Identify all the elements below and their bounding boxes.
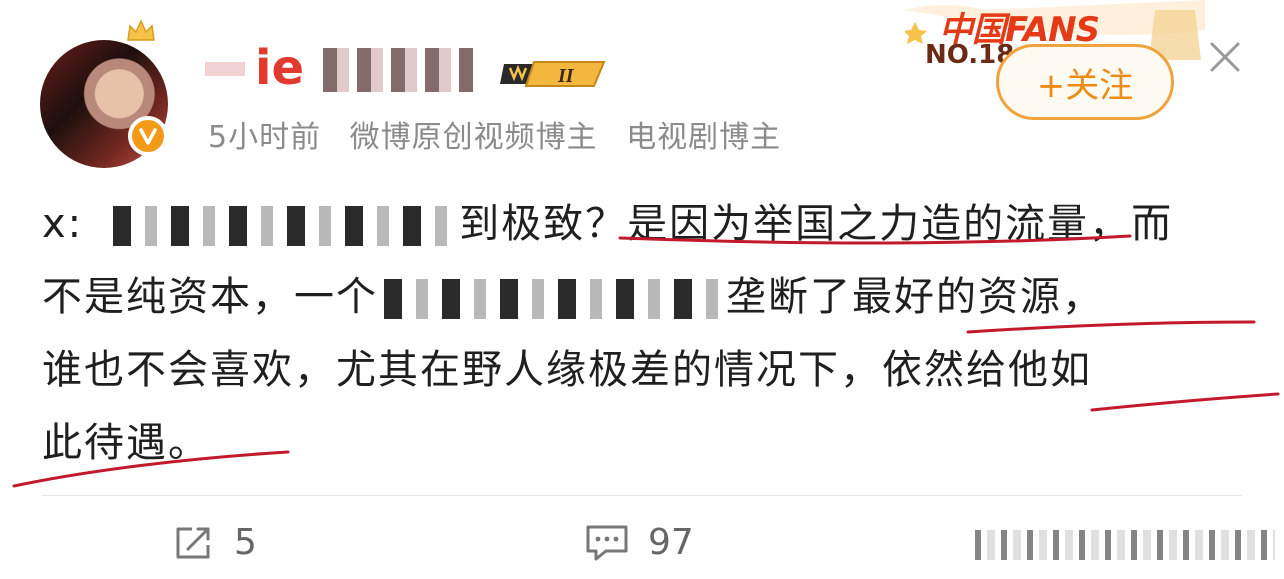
post-content: x: 到极致？是因为举国之力造的流量，而 不是纯资本，一个 垄断了最好的资源， 谁也…: [42, 188, 1242, 480]
share-icon: [176, 527, 210, 558]
like-button[interactable]: [975, 530, 1275, 560]
follow-button[interactable]: +关注: [996, 44, 1174, 120]
username-mosaic: [323, 48, 473, 92]
level-badge-icon: II: [500, 61, 606, 87]
content-text: 到极致？是因为举国之力造的流量，而: [459, 201, 1174, 247]
timestamp: 5小时前: [208, 120, 322, 155]
content-text: 不是纯资本，一个: [42, 274, 378, 320]
follow-label: +关注: [1036, 65, 1134, 106]
content-text: 此待遇。: [42, 420, 210, 466]
share-count: 5: [234, 522, 257, 563]
verified-icon: [128, 116, 168, 156]
content-mosaic: [384, 279, 720, 319]
divider: [42, 495, 1242, 496]
post-meta: 5小时前 微博原创视频博主 电视剧博主: [208, 112, 781, 156]
username-mosaic: [205, 62, 245, 76]
username[interactable]: ie: [205, 40, 495, 100]
content-text: x:: [42, 201, 84, 247]
content-line: 不是纯资本，一个 垄断了最好的资源，: [42, 261, 1242, 334]
content-text: 垄断了最好的资源，: [726, 274, 1104, 320]
avatar-container[interactable]: [40, 18, 170, 168]
tag-creator: 微博原创视频博主: [349, 120, 598, 155]
content-line: 谁也不会喜欢，尤其在野人缘极差的情况下，依然给他如: [42, 334, 1242, 407]
comment-icon: [586, 525, 628, 560]
share-button[interactable]: 5: [172, 522, 257, 563]
content-text: 谁也不会喜欢，尤其在野人缘极差的情况下，依然给他如: [42, 347, 1092, 393]
comment-button[interactable]: 97: [584, 522, 694, 563]
content-mosaic: [113, 206, 454, 246]
close-icon[interactable]: [1208, 40, 1242, 74]
level-badge-label: II: [557, 65, 575, 87]
comment-count: 97: [648, 522, 694, 563]
content-line: x: 到极致？是因为举国之力造的流量，而: [42, 188, 1242, 261]
tag-tv: 电视剧博主: [626, 120, 782, 155]
username-text: ie: [255, 40, 305, 96]
crown-icon: [127, 19, 155, 41]
content-line: 此待遇。: [42, 407, 1242, 480]
